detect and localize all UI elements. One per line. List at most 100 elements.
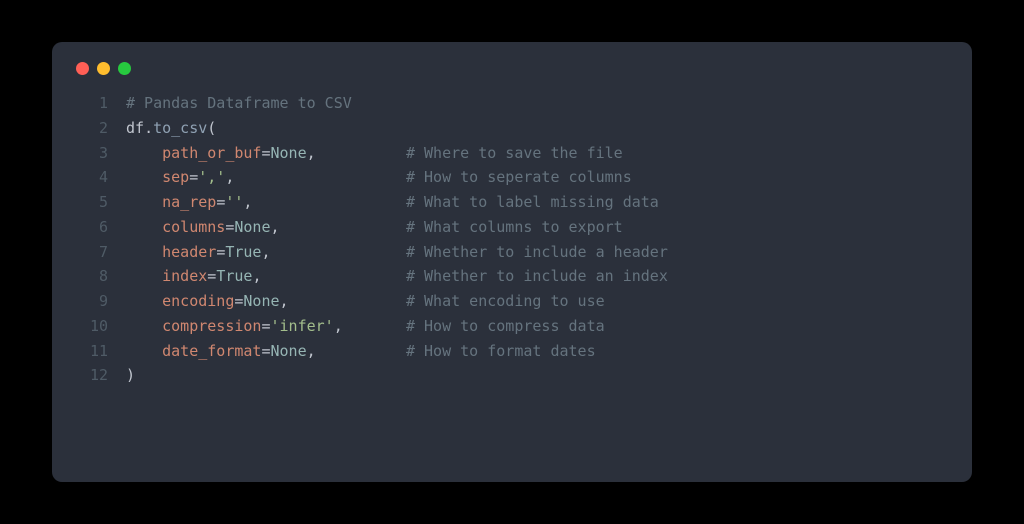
token-op: =: [189, 168, 198, 186]
token-str: '': [225, 193, 243, 211]
token-bool: True: [225, 243, 261, 261]
token-punct: [126, 342, 162, 360]
maximize-icon[interactable]: [118, 62, 131, 75]
token-punct: [126, 193, 162, 211]
token-punct: [126, 292, 162, 310]
line-content: encoding=None, # What encoding to use: [126, 289, 948, 314]
line-number: 12: [76, 363, 108, 388]
line-number: 11: [76, 339, 108, 364]
code-line: 12): [76, 363, 948, 388]
token-comment: # How to format dates: [406, 342, 596, 360]
line-content: header=True, # Whether to include a head…: [126, 240, 948, 265]
token-ident: df: [126, 119, 144, 137]
code-line: 4 sep=',', # How to seperate columns: [76, 165, 948, 190]
line-number: 7: [76, 240, 108, 265]
token-op: =: [261, 342, 270, 360]
token-none: None: [234, 218, 270, 236]
token-param: compression: [162, 317, 261, 335]
token-comment: # Where to save the file: [406, 144, 623, 162]
code-line: 6 columns=None, # What columns to export: [76, 215, 948, 240]
token-str: 'infer': [271, 317, 334, 335]
line-number: 8: [76, 264, 108, 289]
token-punct: (: [207, 119, 216, 137]
line-number: 5: [76, 190, 108, 215]
line-number: 4: [76, 165, 108, 190]
window-controls: [76, 62, 948, 75]
token-param: sep: [162, 168, 189, 186]
code-line: 3 path_or_buf=None, # Where to save the …: [76, 141, 948, 166]
code-line: 2 df.to_csv(: [76, 116, 948, 141]
token-punct: [126, 218, 162, 236]
line-number: 1: [76, 91, 108, 116]
minimize-icon[interactable]: [97, 62, 110, 75]
token-punct: .: [144, 119, 153, 137]
code-line: 5 na_rep='', # What to label missing dat…: [76, 190, 948, 215]
code-line: 1 # Pandas Dataframe to CSV: [76, 91, 948, 116]
token-param: columns: [162, 218, 225, 236]
token-bool: True: [216, 267, 252, 285]
token-none: None: [243, 292, 279, 310]
close-icon[interactable]: [76, 62, 89, 75]
token-punct: [126, 267, 162, 285]
code-line: 10 compression='infer', # How to compres…: [76, 314, 948, 339]
token-comment: # Whether to include a header: [406, 243, 668, 261]
token-str: ',': [198, 168, 225, 186]
line-content: sep=',', # How to seperate columns: [126, 165, 948, 190]
token-none: None: [271, 144, 307, 162]
line-number: 6: [76, 215, 108, 240]
token-param: encoding: [162, 292, 234, 310]
line-number: 10: [76, 314, 108, 339]
line-content: na_rep='', # What to label missing data: [126, 190, 948, 215]
token-comment: # What to label missing data: [406, 193, 659, 211]
line-content: # Pandas Dataframe to CSV: [126, 91, 948, 116]
line-content: compression='infer', # How to compress d…: [126, 314, 948, 339]
token-none: None: [271, 342, 307, 360]
token-punct: ,: [280, 292, 406, 310]
token-punct: [126, 243, 162, 261]
line-number: 2: [76, 116, 108, 141]
token-param: index: [162, 267, 207, 285]
line-content: columns=None, # What columns to export: [126, 215, 948, 240]
line-content: index=True, # Whether to include an inde…: [126, 264, 948, 289]
token-op: =: [216, 193, 225, 211]
token-comment: # What columns to export: [406, 218, 623, 236]
token-op: =: [216, 243, 225, 261]
token-comment: # What encoding to use: [406, 292, 605, 310]
token-punct: ,: [307, 144, 406, 162]
token-punct: ,: [334, 317, 406, 335]
token-punct: ,: [252, 267, 406, 285]
token-op: =: [261, 317, 270, 335]
token-punct: ,: [243, 193, 406, 211]
token-comment: # How to compress data: [406, 317, 605, 335]
code-area[interactable]: 1# Pandas Dataframe to CSV2df.to_csv(3 p…: [76, 91, 948, 388]
token-comment: # Whether to include an index: [406, 267, 668, 285]
line-content: ): [126, 363, 948, 388]
token-punct: [126, 168, 162, 186]
code-line: 11 date_format=None, # How to format dat…: [76, 339, 948, 364]
token-comment: # How to seperate columns: [406, 168, 632, 186]
code-editor-window: 1# Pandas Dataframe to CSV2df.to_csv(3 p…: [52, 42, 972, 482]
token-op: =: [261, 144, 270, 162]
token-punct: ): [126, 366, 135, 384]
token-param: header: [162, 243, 216, 261]
token-punct: ,: [261, 243, 406, 261]
code-line: 9 encoding=None, # What encoding to use: [76, 289, 948, 314]
line-content: df.to_csv(: [126, 116, 948, 141]
token-punct: ,: [271, 218, 406, 236]
token-func: to_csv: [153, 119, 207, 137]
token-op: =: [207, 267, 216, 285]
token-param: na_rep: [162, 193, 216, 211]
token-punct: [126, 317, 162, 335]
line-number: 9: [76, 289, 108, 314]
token-comment: # Pandas Dataframe to CSV: [126, 94, 352, 112]
line-content: path_or_buf=None, # Where to save the fi…: [126, 141, 948, 166]
token-punct: ,: [225, 168, 406, 186]
code-line: 8 index=True, # Whether to include an in…: [76, 264, 948, 289]
token-punct: [126, 144, 162, 162]
line-number: 3: [76, 141, 108, 166]
code-line: 7 header=True, # Whether to include a he…: [76, 240, 948, 265]
line-content: date_format=None, # How to format dates: [126, 339, 948, 364]
token-param: date_format: [162, 342, 261, 360]
token-punct: ,: [307, 342, 406, 360]
token-param: path_or_buf: [162, 144, 261, 162]
